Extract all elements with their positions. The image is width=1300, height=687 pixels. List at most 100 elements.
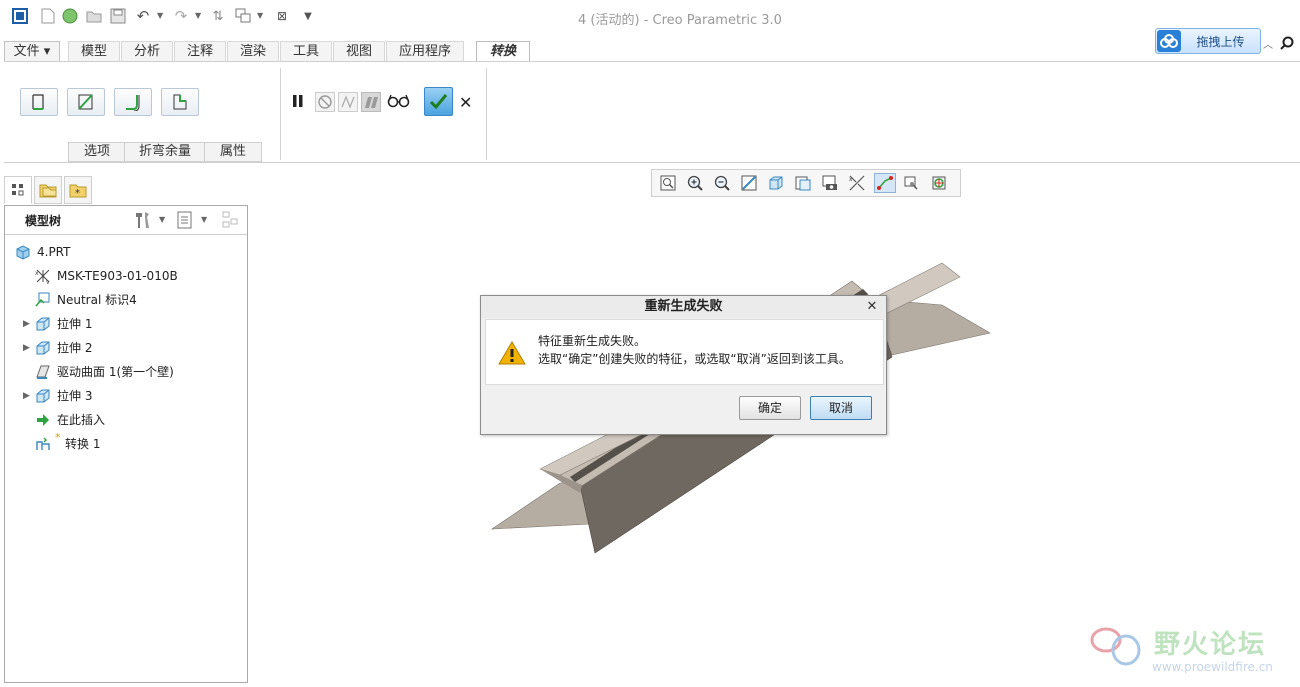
conversion-option-2-button[interactable] (67, 88, 105, 116)
tab-file[interactable]: 文件 ▾ (4, 41, 60, 62)
tab-tools[interactable]: 工具 (280, 41, 332, 62)
tree-show-dropdown-icon[interactable]: ▼ (201, 215, 207, 224)
windows-dropdown-icon[interactable]: ▼ (257, 11, 263, 20)
tree-item-conversion-1[interactable]: * 转换 1 (5, 431, 247, 454)
tree-settings-dropdown-icon[interactable]: ▼ (159, 215, 165, 224)
tree-item-part[interactable]: 4.PRT (5, 242, 247, 262)
undo-dropdown-icon[interactable]: ▼ (157, 11, 163, 20)
conversion-feature-icon (35, 436, 51, 452)
expand-arrow-icon[interactable]: ▶ (23, 314, 30, 334)
insert-arrow-icon (35, 412, 51, 428)
tree-item-extrude-3[interactable]: ▶ 拉伸 3 (5, 386, 247, 406)
graphics-toolbar: x (651, 169, 961, 197)
undo-icon[interactable]: ↶ (135, 7, 151, 25)
dialog-close-icon[interactable]: ✕ (864, 299, 880, 315)
neutral-feature-icon (35, 292, 51, 308)
save-icon[interactable] (110, 8, 126, 24)
tab-annotate[interactable]: 注释 (174, 41, 226, 62)
redo-icon[interactable]: ↷ (173, 7, 189, 25)
tree-item-neutral[interactable]: Neutral 标识4 (5, 290, 247, 310)
tab-render[interactable]: 渲染 (227, 41, 279, 62)
display-style-icon[interactable]: x (846, 173, 868, 193)
spin-center-icon[interactable] (928, 173, 950, 193)
model-tree-tab-icon[interactable] (4, 176, 32, 204)
close-window-icon[interactable]: ⊠ (274, 8, 290, 24)
zoom-in-icon[interactable] (684, 173, 706, 193)
watermark-title: 野火论坛 (1154, 630, 1267, 660)
perspective-camera-icon[interactable] (819, 173, 841, 193)
view-manager-icon[interactable] (792, 173, 814, 193)
verify-glasses-icon[interactable] (387, 93, 411, 112)
dialog-message-line-1: 特征重新生成失败。 (538, 334, 647, 348)
watermark-logo-icon (1090, 627, 1141, 666)
annotation-display-icon[interactable] (901, 173, 923, 193)
tab-applications[interactable]: 应用程序 (386, 41, 464, 62)
folder-browser-tab-icon[interactable] (34, 176, 62, 204)
regenerate-icon[interactable]: ⇅ (210, 8, 226, 24)
ribbon: 选项 折弯余量 属性 ✕ (4, 61, 1300, 163)
tree-item-label: 拉伸 3 (57, 389, 93, 403)
subtab-options[interactable]: 选项 (68, 142, 126, 162)
dialog-message-line-2: 选取“确定”创建失败的特征，或选取“取消”返回到该工具。 (538, 352, 851, 366)
conversion-option-1-button[interactable] (20, 88, 58, 116)
tree-item-coordinate-system[interactable]: xy MSK-TE903-01-010B (5, 266, 247, 286)
open-folder-icon[interactable] (86, 8, 102, 24)
subtab-properties[interactable]: 属性 (204, 142, 262, 162)
expand-arrow-icon[interactable]: ▶ (23, 386, 30, 406)
no-preview-icon[interactable] (315, 92, 335, 112)
tree-item-extrude-2[interactable]: ▶ 拉伸 2 (5, 338, 247, 358)
windows-icon[interactable] (235, 8, 251, 24)
datum-display-icon[interactable] (874, 173, 896, 193)
expand-arrow-icon[interactable]: ▶ (23, 338, 30, 358)
new-feature-star-icon: * (55, 431, 61, 444)
model-tree-title: 模型树 (25, 214, 62, 228)
tree-show-icon[interactable] (177, 210, 193, 233)
regeneration-failed-dialog: 重新生成失败 ✕ 特征重新生成失败。 选取“确定”创建失败的特征，或选取“取消”… (480, 295, 887, 435)
tab-analysis[interactable]: 分析 (121, 41, 173, 62)
customize-toolbar-icon[interactable]: ▼ (300, 8, 316, 24)
tree-settings-icon[interactable] (133, 210, 153, 233)
separate-preview-icon[interactable] (338, 92, 358, 112)
tree-item-extrude-1[interactable]: ▶ 拉伸 1 (5, 314, 247, 334)
tree-item-driving-surface[interactable]: 驱动曲面 1(第一个壁) (5, 362, 247, 382)
cancel-button[interactable]: 取消 (810, 396, 872, 420)
tab-model[interactable]: 模型 (68, 41, 120, 62)
coordinate-system-icon: xy (35, 268, 51, 286)
tree-item-label: MSK-TE903-01-010B (57, 269, 178, 283)
extrude-icon (35, 316, 51, 332)
svg-text:x: x (849, 176, 853, 183)
extrude-icon (35, 388, 51, 404)
warning-icon (498, 340, 526, 369)
sheetmetal-wall-icon (35, 364, 51, 380)
saved-orientations-icon[interactable] (765, 173, 787, 193)
pause-icon[interactable] (292, 94, 304, 111)
svg-text:*: * (75, 188, 80, 198)
app-icon[interactable] (12, 8, 28, 24)
title-bar: ↶ ▼ ↷ ▼ ⇅ ▼ ⊠ ▼ 4 (活动的) - Creo Parametri… (0, 0, 1300, 54)
conversion-option-4-button[interactable] (161, 88, 199, 116)
dynamic-preview-icon[interactable] (361, 92, 381, 112)
redo-dropdown-icon[interactable]: ▼ (195, 11, 201, 20)
conversion-option-3-button[interactable] (114, 88, 152, 116)
new-file-icon[interactable] (40, 8, 56, 24)
navigator-tabs: * (4, 174, 94, 204)
tree-item-insert-here[interactable]: 在此插入 (5, 410, 247, 430)
apply-button[interactable] (424, 87, 453, 116)
subtab-bend-allowance[interactable]: 折弯余量 (124, 142, 206, 162)
part-icon (15, 244, 31, 260)
model-tree-panel: 模型树 ▼ ▼ 4.PRT xy MSK-TE903-01-010B Neutr… (4, 205, 248, 683)
favorites-tab-icon[interactable]: * (64, 176, 92, 204)
zoom-out-icon[interactable] (711, 173, 733, 193)
tab-conversion[interactable]: 转换 (476, 41, 530, 63)
ok-button[interactable]: 确定 (739, 396, 801, 420)
tree-item-label: 拉伸 2 (57, 341, 93, 355)
refit-icon[interactable] (657, 173, 679, 193)
open-online-icon[interactable] (62, 8, 78, 24)
dialog-title: 重新生成失败 (481, 296, 886, 318)
tree-filter-icon[interactable] (221, 210, 241, 233)
cancel-x-icon[interactable]: ✕ (459, 93, 472, 112)
repaint-icon[interactable] (738, 173, 760, 193)
tab-view[interactable]: 视图 (333, 41, 385, 62)
forum-watermark: 野火论坛 www.proewildfire.cn (1088, 620, 1298, 680)
watermark-url: www.proewildfire.cn (1152, 660, 1273, 674)
